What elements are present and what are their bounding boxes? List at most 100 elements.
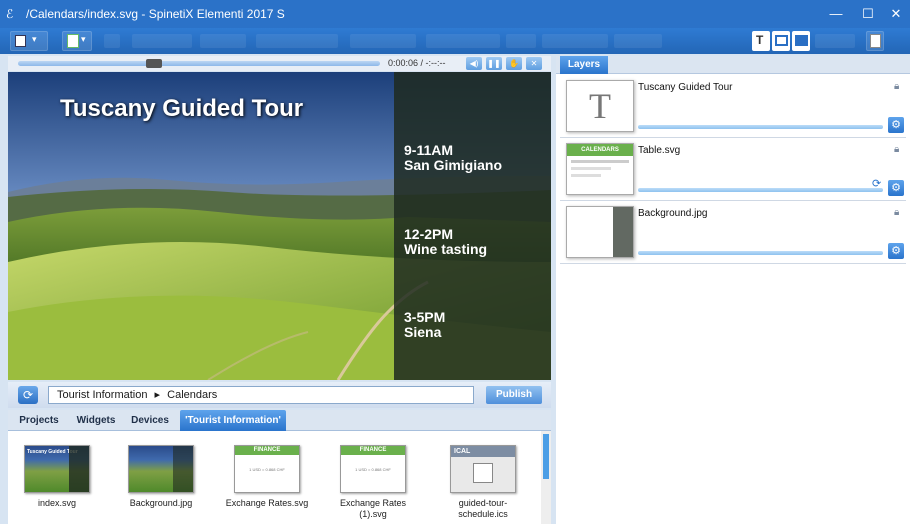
breadcrumb-item[interactable]: Calendars <box>167 389 217 401</box>
media-icon <box>795 35 808 46</box>
thumb-line <box>571 167 611 170</box>
pause-icon[interactable]: ❚❚ <box>486 57 502 70</box>
edit-tools[interactable] <box>132 34 192 48</box>
file-thumbnail: FINANCE 1 USD = 0.868 CHF <box>340 445 406 493</box>
file-thumbnail: Tuscany Guided Tour <box>24 445 90 493</box>
arrange-tools[interactable] <box>350 34 416 48</box>
add-media-layer-button[interactable] <box>792 31 810 51</box>
text-format-tools[interactable] <box>542 34 608 48</box>
new-document-icon <box>67 34 79 48</box>
refresh-icon[interactable]: ⟳ <box>18 386 38 404</box>
file-item[interactable]: Background.jpg <box>112 445 210 509</box>
event-time: 3-5PM <box>404 309 446 325</box>
hand-icon[interactable]: ✋ <box>506 57 522 70</box>
lock-icon[interactable]: 🔒︎ <box>894 144 904 156</box>
canvas-heading: Tuscany Guided Tour <box>60 95 304 122</box>
tab-tourist-information[interactable]: 'Tourist Information' <box>180 410 286 431</box>
tab-widgets[interactable]: Widgets <box>72 410 120 431</box>
browser-tabs: Projects Widgets Devices 'Tourist Inform… <box>8 410 551 431</box>
document-icon <box>870 34 881 48</box>
lock-icon[interactable]: 🔒︎ <box>894 207 904 219</box>
align-tools[interactable] <box>256 34 338 48</box>
toolbar: ▾ ▾ T <box>0 28 910 54</box>
file-name: Background.jpg <box>129 498 193 508</box>
playback-bar: 0:00:06 / -:--:-- ◀) ❚❚ ✋ ✕ <box>8 56 551 71</box>
file-item[interactable]: FINANCE 1 USD = 0.868 CHF Exchange Rates… <box>324 445 422 520</box>
tab-layers[interactable]: Layers <box>560 56 608 74</box>
thumb-overlay <box>173 446 193 492</box>
size-select[interactable] <box>506 34 536 48</box>
font-select[interactable] <box>426 34 500 48</box>
tab-devices[interactable]: Devices <box>128 410 172 431</box>
thumb-line <box>571 160 629 163</box>
path-breadcrumb[interactable]: Tourist Information ▸ Calendars <box>48 386 474 404</box>
breadcrumb-item[interactable]: Tourist Information <box>57 389 147 401</box>
layer-timeline-bar[interactable] <box>638 188 883 192</box>
event-place: San Gimigiano <box>404 157 503 173</box>
publish-button[interactable]: Publish <box>486 386 542 404</box>
new-document-button[interactable]: ▾ <box>62 31 92 51</box>
event-2: 12-2PM Wine tasting <box>404 227 487 257</box>
add-text-layer-button[interactable]: T <box>752 31 770 51</box>
layer-item[interactable]: CALENDARS Table.svg 🔒︎ ⟳ ⚙ <box>560 139 906 201</box>
file-item[interactable]: Tuscany Guided Tour index.svg <box>8 445 106 509</box>
layer-name: Background.jpg <box>638 208 708 219</box>
lock-icon[interactable]: 🔒︎ <box>894 81 904 93</box>
layer-timeline-bar[interactable] <box>638 251 883 255</box>
minimize-button[interactable]: — <box>820 0 852 28</box>
file-thumbnail: FINANCE 1 USD = 0.868 CHF <box>234 445 300 493</box>
chevron-down-icon: ▾ <box>81 34 86 44</box>
file-thumbnail <box>128 445 194 493</box>
event-3: 3-5PM Siena <box>404 310 445 340</box>
thumb-body: 1 USD = 0.868 CHF <box>235 455 299 492</box>
thumb-title: FINANCE <box>341 446 405 455</box>
file-name: Exchange Rates (1).svg <box>339 498 407 519</box>
file-name: guided-tour- schedule.ics <box>458 498 508 519</box>
thumb-overlay <box>69 446 89 492</box>
add-table-layer-button[interactable] <box>772 31 790 51</box>
timeline-track[interactable] <box>18 61 380 66</box>
table-icon <box>775 35 788 46</box>
layer-item[interactable]: Background.jpg 🔒︎ ⚙ <box>560 202 906 264</box>
file-item[interactable]: FINANCE 1 USD = 0.868 CHF Exchange Rates… <box>218 445 316 509</box>
gear-icon[interactable]: ⚙ <box>888 180 904 196</box>
timeline-knob[interactable] <box>146 59 162 68</box>
timecode: 0:00:06 / -:--:-- <box>388 58 446 68</box>
layers-header: Layers <box>556 56 910 74</box>
thumb-body: 1 USD = 0.868 CHF <box>341 455 405 492</box>
menu-button[interactable]: ▾ <box>10 31 48 51</box>
save-icon[interactable] <box>104 34 120 48</box>
menu-icon <box>15 35 26 47</box>
thumb-title: CALENDARS <box>567 144 633 156</box>
file-item[interactable]: ICAL guided-tour- schedule.ics <box>434 445 532 520</box>
window-title: /Calendars/index.svg - SpinetiX Elementi… <box>26 7 285 21</box>
event-time: 9-11AM <box>404 142 454 158</box>
layer-timeline-bar[interactable] <box>638 125 883 129</box>
tab-projects[interactable]: Projects <box>16 410 62 431</box>
volume-icon[interactable]: ◀) <box>466 57 482 70</box>
gear-icon[interactable]: ⚙ <box>888 117 904 133</box>
close-button[interactable]: ✕ <box>880 0 910 28</box>
thumb-title: FINANCE <box>235 446 299 455</box>
properties-button[interactable] <box>866 31 884 51</box>
layer-thumbnail <box>566 206 634 258</box>
paragraph-tools[interactable] <box>614 34 662 48</box>
layer-tools[interactable] <box>815 34 855 48</box>
stop-icon[interactable]: ✕ <box>526 57 542 70</box>
preview-canvas[interactable]: Tuscany Guided Tour 9-11AM San Gimigiano… <box>8 72 551 380</box>
app-icon: ℰ <box>6 7 14 21</box>
layer-item[interactable]: T Tuscany Guided Tour 🔒︎ ⚙ <box>560 76 906 138</box>
scroll-thumb[interactable] <box>543 434 549 479</box>
gear-icon[interactable]: ⚙ <box>888 243 904 259</box>
event-place: Siena <box>404 324 442 340</box>
breadcrumb-separator: ▸ <box>154 389 161 401</box>
file-thumbnail: ICAL <box>450 445 516 493</box>
file-name: Exchange Rates.svg <box>225 498 309 508</box>
clipboard-tools[interactable] <box>200 34 246 48</box>
event-1: 9-11AM San Gimigiano <box>404 143 502 173</box>
layer-name: Tuscany Guided Tour <box>638 82 733 93</box>
file-scrollbar[interactable] <box>541 431 551 524</box>
layer-thumbnail: T <box>566 80 634 132</box>
calendar-icon <box>473 463 493 483</box>
event-place: Wine tasting <box>404 241 488 257</box>
